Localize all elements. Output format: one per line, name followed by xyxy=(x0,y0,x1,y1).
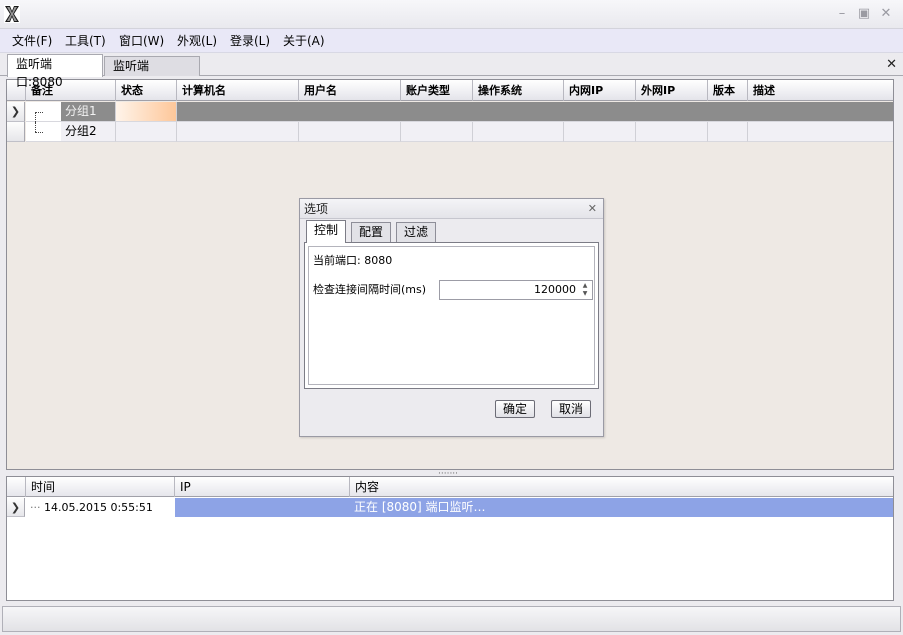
cancel-button[interactable]: 取消 xyxy=(551,400,591,418)
tab-port-8888[interactable]: 监听端口:8888 xyxy=(104,56,200,91)
log-header: 时间 IP 内容 xyxy=(7,477,893,497)
group-row-2[interactable]: 分组2 xyxy=(7,122,893,142)
tree-connector: ··· xyxy=(30,501,44,514)
tab-config[interactable]: 配置 xyxy=(351,222,392,242)
column-header-os[interactable]: 操作系统 xyxy=(473,80,564,101)
tree-cell xyxy=(26,102,61,122)
group-row-fill xyxy=(708,122,748,142)
document-tab-strip: 监听端口:8080 监听端口:8888 xyxy=(0,53,903,91)
current-port-label: 当前端口: 8080 xyxy=(313,254,393,267)
log-content-cell: 正在 [8080] 端口监听… xyxy=(350,498,893,517)
log-time-cell: ··· 14.05.2015 0:55:51 xyxy=(26,498,175,517)
ok-button[interactable]: 确定 xyxy=(495,400,535,418)
x-logo-icon xyxy=(4,5,20,23)
tree-connector xyxy=(35,112,36,122)
group-row-1[interactable]: ❯ 分组1 xyxy=(7,102,893,122)
menu-about[interactable]: 关于(A) xyxy=(283,33,325,49)
spin-down-icon[interactable]: ▼ xyxy=(580,290,590,298)
column-header-status[interactable]: 状态 xyxy=(116,80,177,101)
log-grid[interactable]: 时间 IP 内容 ❯ ··· 14.05.2015 0:55:51 正在 [80… xyxy=(6,476,894,601)
menu-login[interactable]: 登录(L) xyxy=(230,33,270,49)
tab-filter[interactable]: 过滤 xyxy=(396,222,437,242)
tab-port-8080[interactable]: 监听端口:8080 xyxy=(7,54,103,89)
log-ip-cell xyxy=(175,498,350,517)
tree-connector xyxy=(35,122,36,132)
menu-bar: 文件(F) 工具(T) 窗口(W) 外观(L) 登录(L) 关于(A) xyxy=(0,29,903,53)
group-row-fill xyxy=(401,122,473,142)
dialog-title-bar[interactable]: 选项 ✕ xyxy=(300,199,603,219)
group-row-fill xyxy=(748,122,893,142)
row-indicator-arrow-icon: ❯ xyxy=(7,498,25,517)
group-row-fill xyxy=(473,122,564,142)
log-header-indicator xyxy=(7,477,26,497)
close-tab-icon[interactable]: ✕ xyxy=(886,57,897,72)
dialog-close-icon[interactable]: ✕ xyxy=(588,201,597,217)
menu-tools[interactable]: 工具(T) xyxy=(65,33,106,49)
column-header-ip[interactable]: IP xyxy=(175,477,350,497)
column-header-content[interactable]: 内容 xyxy=(350,477,893,497)
grid-header: 备注 状态 计算机名 用户名 账户类型 操作系统 内网IP 外网IP 版本 描述 xyxy=(7,80,893,101)
column-header-computer-name[interactable]: 计算机名 xyxy=(177,80,299,101)
row-indicator xyxy=(7,122,25,142)
dialog-tab-panel: 当前端口: 8080 检查连接间隔时间(ms) 120000 ▲ ▼ xyxy=(304,242,599,389)
tree-cell xyxy=(26,122,61,142)
menu-appearance[interactable]: 外观(L) xyxy=(177,33,217,49)
column-header-lan-ip[interactable]: 内网IP xyxy=(564,80,636,101)
group-row-fill xyxy=(177,122,299,142)
close-icon[interactable]: ✕ xyxy=(878,6,894,22)
title-bar: – ▣ ✕ xyxy=(0,0,903,29)
status-cell xyxy=(116,102,177,122)
spin-up-icon[interactable]: ▲ xyxy=(580,282,590,290)
group-row-fill xyxy=(636,122,708,142)
column-header-description[interactable]: 描述 xyxy=(748,80,893,101)
group-row-fill xyxy=(564,122,636,142)
menu-file[interactable]: 文件(F) xyxy=(12,33,52,49)
column-header-wan-ip[interactable]: 外网IP xyxy=(636,80,708,101)
row-indicator-arrow-icon: ❯ xyxy=(7,102,25,122)
interval-spin-input[interactable]: 120000 ▲ ▼ xyxy=(439,280,593,300)
dialog-title: 选项 xyxy=(304,202,329,216)
group-row-fill xyxy=(299,122,401,142)
minimize-icon[interactable]: – xyxy=(834,6,850,22)
column-header-time[interactable]: 时间 xyxy=(26,477,175,497)
maximize-icon[interactable]: ▣ xyxy=(856,6,872,22)
log-row[interactable]: ❯ ··· 14.05.2015 0:55:51 正在 [8080] 端口监听… xyxy=(7,498,893,517)
column-header-version[interactable]: 版本 xyxy=(708,80,748,101)
tab-control[interactable]: 控制 xyxy=(306,220,347,243)
log-time: 14.05.2015 0:55:51 xyxy=(44,501,153,514)
tree-connector xyxy=(35,112,43,113)
column-header-username[interactable]: 用户名 xyxy=(299,80,401,101)
interval-label: 检查连接间隔时间(ms) xyxy=(313,283,427,296)
tree-connector xyxy=(35,132,43,133)
status-bar xyxy=(2,606,901,632)
menu-window[interactable]: 窗口(W) xyxy=(119,33,164,49)
interval-value: 120000 xyxy=(534,283,576,296)
group-row-fill xyxy=(177,102,893,122)
options-dialog: 选项 ✕ 控制 配置 过滤 当前端口: 8080 检查连接间隔时间(ms) 12… xyxy=(299,198,604,437)
group-row-fill xyxy=(116,122,177,142)
column-header-account-type[interactable]: 账户类型 xyxy=(401,80,473,101)
dialog-group-box: 当前端口: 8080 检查连接间隔时间(ms) 120000 ▲ ▼ xyxy=(308,246,595,385)
group-label: 分组2 xyxy=(65,124,97,138)
group-label: 分组1 xyxy=(65,104,97,118)
